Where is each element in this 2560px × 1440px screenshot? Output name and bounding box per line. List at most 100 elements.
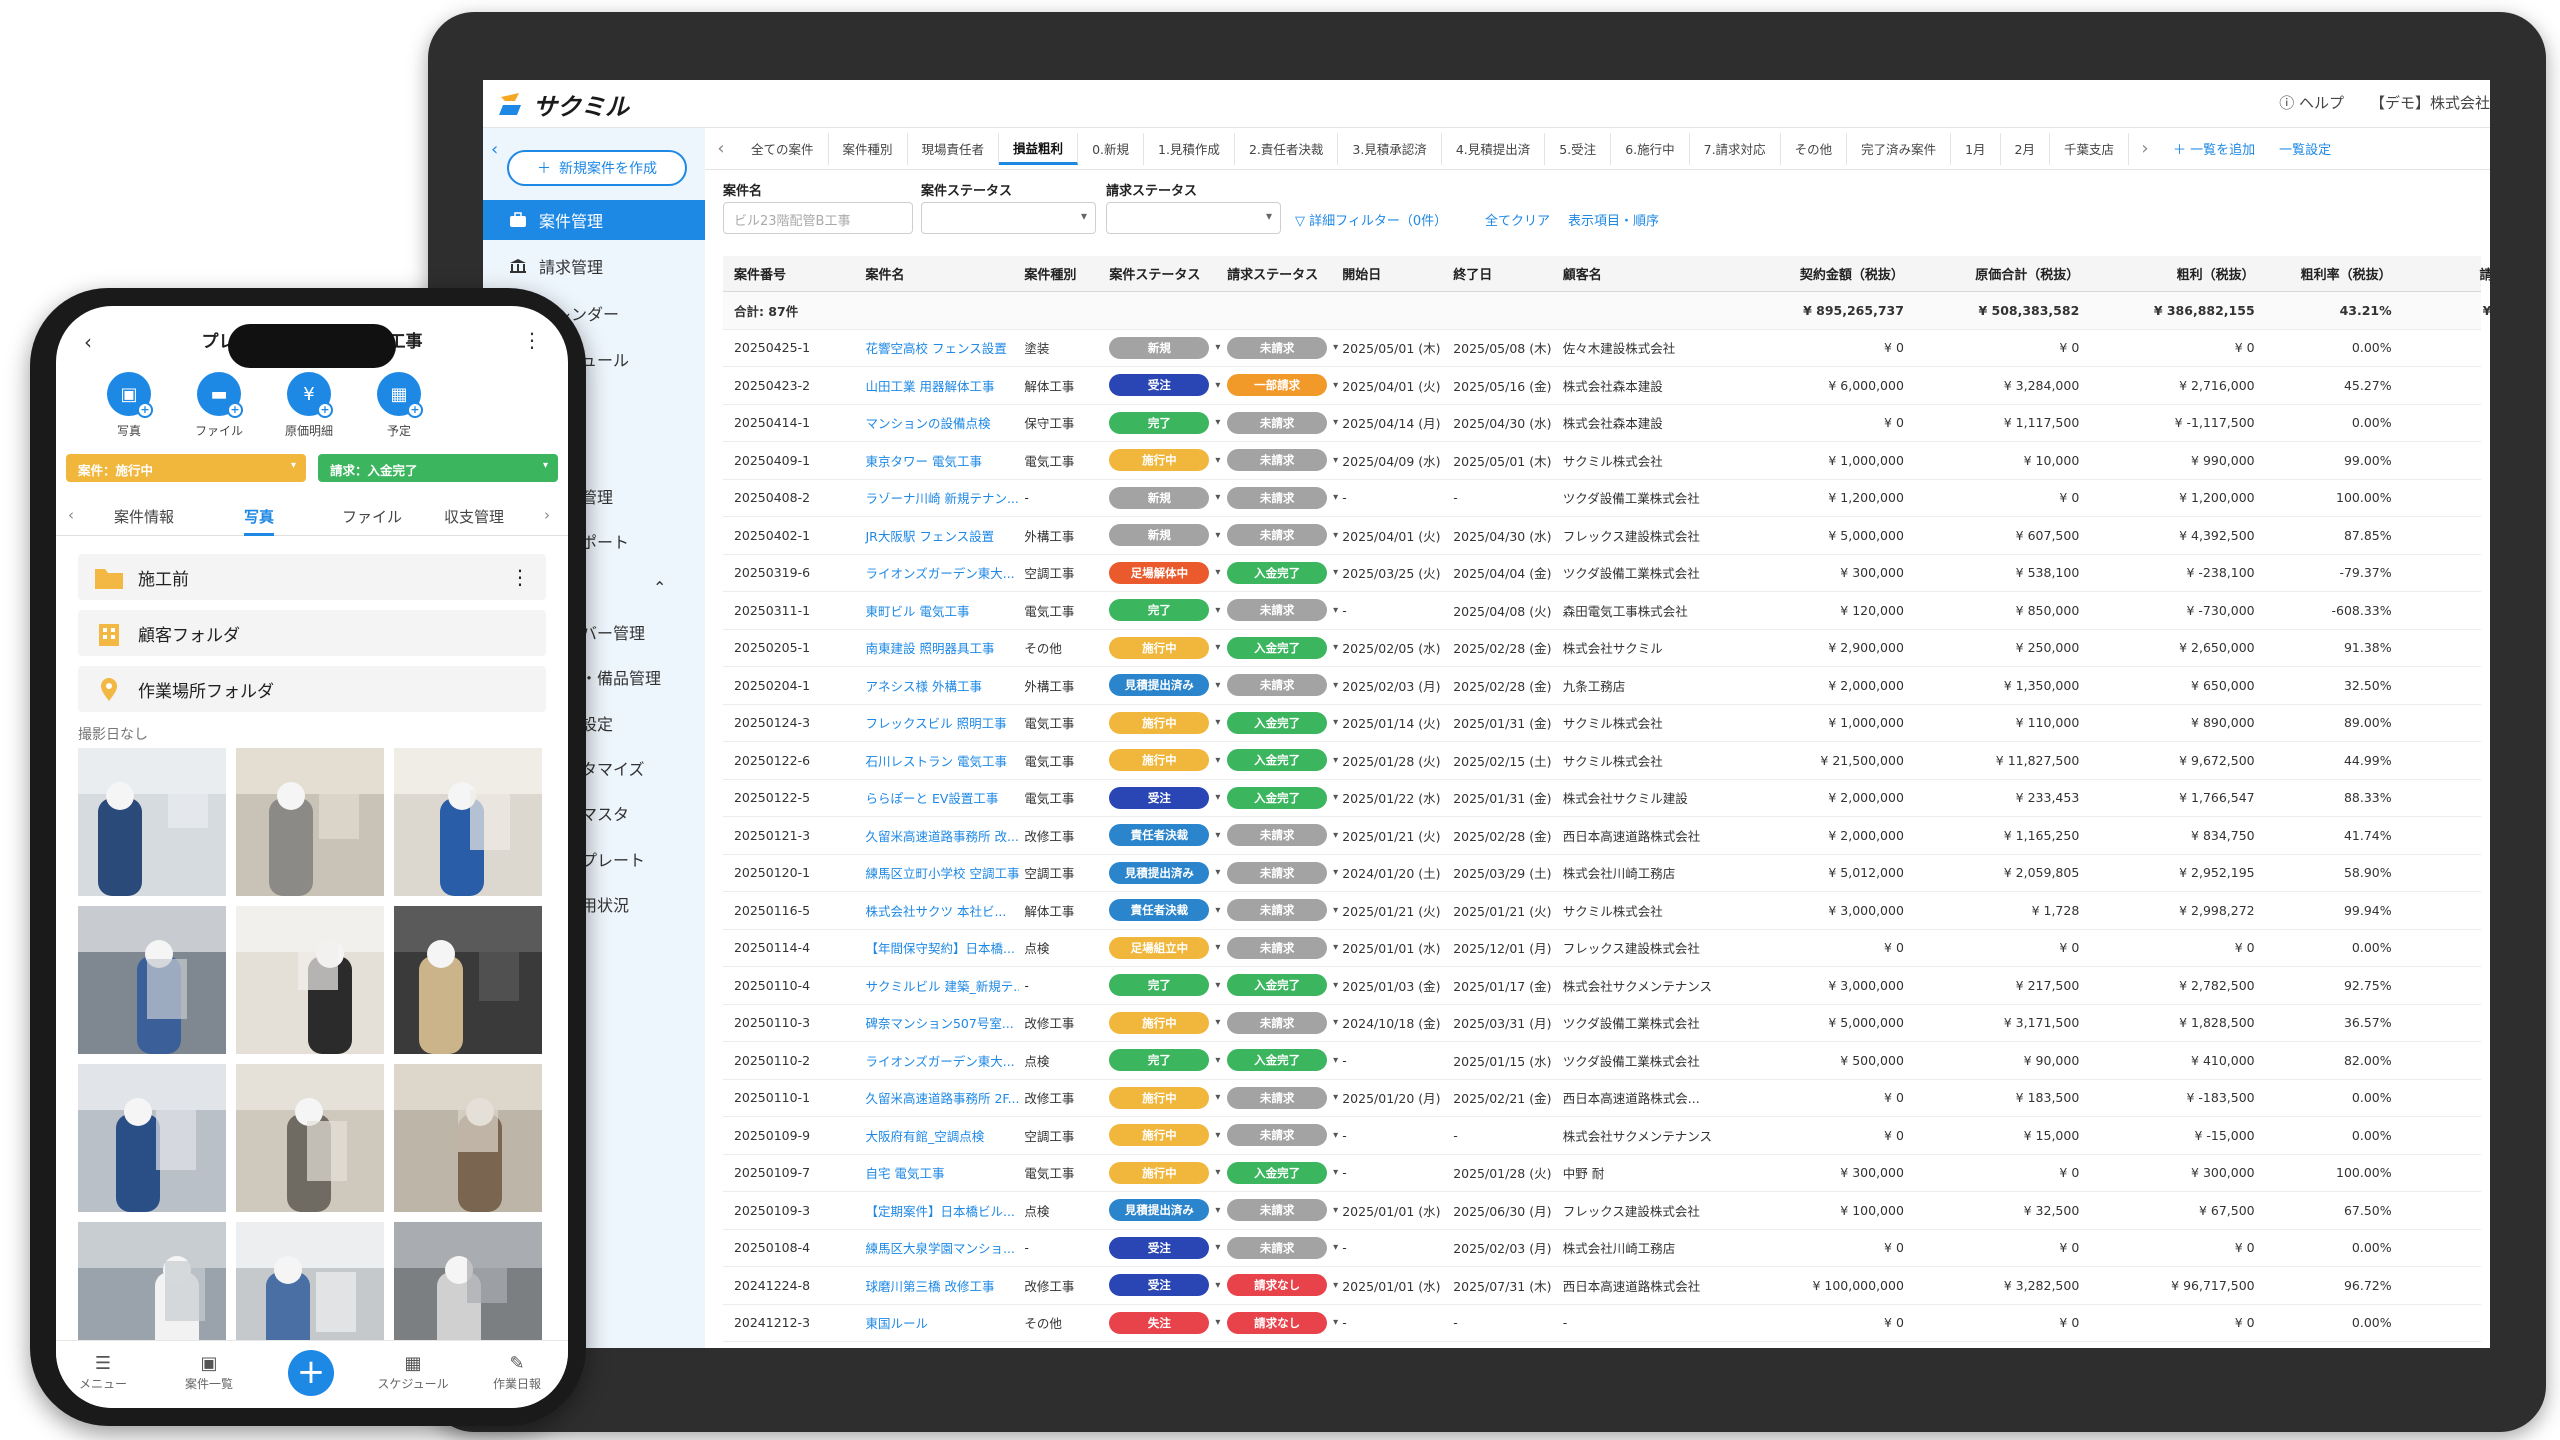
table-row[interactable]: 20250110-3 碑奈マンション507号室... 改修工事 施行中 ▾ 未請求 ▾ 202… xyxy=(723,1005,2481,1042)
photo-folder-0[interactable]: 施工前 ⋮ xyxy=(78,554,546,600)
site-photo-thumbnail[interactable] xyxy=(78,1064,226,1212)
column-header-10[interactable]: 粗利（税抜） xyxy=(2107,256,2255,291)
chevron-down-icon[interactable]: ▾ xyxy=(1215,1205,1220,1216)
chevron-down-icon[interactable]: ▾ xyxy=(1215,417,1220,428)
row-cell-4[interactable]: 入金完了 ▾ xyxy=(1227,630,1342,667)
chevron-down-icon[interactable]: ▾ xyxy=(1333,867,1338,878)
project-status-badge[interactable]: 足場解体中 xyxy=(1109,561,1210,584)
table-row[interactable]: 20250319-6 ライオンズガーデン東大... 空調工事 足場解体中 ▾ 入金完了 ▾ 2… xyxy=(723,555,2481,592)
billing-status-badge[interactable]: 未請求 xyxy=(1227,824,1328,847)
row-cell-3[interactable]: 足場解体中 ▾ xyxy=(1109,555,1224,592)
phone-action-2[interactable]: ¥ + 原価明細 xyxy=(264,372,354,439)
chevron-down-icon[interactable]: ▾ xyxy=(1333,1242,1338,1253)
chevron-down-icon[interactable]: ▾ xyxy=(1215,1130,1220,1141)
billing-status-badge[interactable]: 未請求 xyxy=(1227,524,1328,547)
chevron-down-icon[interactable]: ▾ xyxy=(1215,342,1220,353)
project-status-badge[interactable]: 見積提出済み xyxy=(1109,674,1210,697)
chevron-down-icon[interactable]: ▾ xyxy=(1215,680,1220,691)
billing-status-badge[interactable]: 未請求 xyxy=(1227,1199,1328,1222)
billing-status-badge[interactable]: 未請求 xyxy=(1227,936,1328,959)
chevron-down-icon[interactable]: ▾ xyxy=(1333,417,1338,428)
column-header-9[interactable]: 原価合計（税抜） xyxy=(1929,256,2079,291)
site-photo-thumbnail[interactable] xyxy=(394,748,542,896)
table-row[interactable]: 20250121-3 久留米高速道路事務所 改... 改修工事 責任者決裁 ▾ 未請求 ▾ 2… xyxy=(723,817,2481,855)
project-status-badge[interactable]: 新規 xyxy=(1109,486,1210,509)
row-cell-3[interactable]: 施行中 ▾ xyxy=(1109,442,1224,479)
row-cell-4[interactable]: 請求なし ▾ xyxy=(1227,1305,1342,1342)
chevron-down-icon[interactable]: ▾ xyxy=(1215,1055,1220,1066)
chevron-down-icon[interactable]: ▾ xyxy=(1333,642,1338,653)
billing-status-badge[interactable]: 未請求 xyxy=(1227,449,1328,472)
row-cell-3[interactable]: 施行中 ▾ xyxy=(1109,1080,1224,1117)
row-cell-4[interactable]: 入金完了 ▾ xyxy=(1227,1155,1342,1192)
chevron-down-icon[interactable]: ▾ xyxy=(1215,792,1220,803)
chevron-down-icon[interactable]: ▾ xyxy=(1215,642,1220,653)
row-cell-1[interactable]: 球磨川第三橋 改修工事 xyxy=(865,1267,1018,1304)
row-cell-4[interactable]: 未請求 ▾ xyxy=(1227,667,1342,704)
row-cell-4[interactable]: 未請求 ▾ xyxy=(1227,1230,1342,1267)
project-status-badge[interactable]: 失注 xyxy=(1109,1311,1210,1334)
row-cell-1[interactable]: 碑奈マンション507号室... xyxy=(865,1005,1018,1042)
project-status-badge[interactable]: 施行中 xyxy=(1109,1086,1210,1109)
row-cell-1[interactable]: 【定期案件】日本橋ビル... xyxy=(865,1192,1018,1229)
table-row[interactable]: 20250120-1 練馬区立町小学校 空調工事 空調工事 見積提出済み ▾ 未請求 ▾ 20… xyxy=(723,855,2481,892)
display-items-button[interactable]: 表示項目・順序 xyxy=(1568,210,1659,229)
row-cell-3[interactable]: 受注 ▾ xyxy=(1109,367,1224,404)
tab-13[interactable]: 完了済み案件 xyxy=(1847,132,1952,165)
chevron-down-icon[interactable]: ▾ xyxy=(1333,492,1338,503)
chevron-down-icon[interactable]: ▾ xyxy=(1215,455,1220,466)
billing-status-badge[interactable]: 入金完了 xyxy=(1227,711,1328,734)
row-cell-3[interactable]: 新規 ▾ xyxy=(1109,517,1224,554)
table-row[interactable]: 20250409-1 東京タワー 電気工事 電気工事 施行中 ▾ 未請求 ▾ 2025/04/… xyxy=(723,442,2481,480)
table-row[interactable]: 20241212-3 東国ルール その他 失注 ▾ 請求なし ▾ - - - ¥ 0 ¥ 0 ¥ 0 0.… xyxy=(723,1305,2481,1342)
billing-status-badge[interactable]: 未請求 xyxy=(1227,336,1328,359)
row-cell-1[interactable]: 東町ビル 電気工事 xyxy=(865,592,1018,629)
table-row[interactable]: 20250402-1 JR大阪駅 フェンス設置 外構工事 新規 ▾ 未請求 ▾ 2025/04… xyxy=(723,517,2481,555)
row-cell-4[interactable]: 入金完了 ▾ xyxy=(1227,780,1342,817)
column-header-12[interactable]: 請求金額（税込） xyxy=(2422,256,2490,291)
project-status-badge[interactable]: 施行中 xyxy=(1109,636,1210,659)
row-cell-3[interactable]: 責任者決裁 ▾ xyxy=(1109,817,1224,854)
chevron-down-icon[interactable]: ▾ xyxy=(1333,1167,1338,1178)
site-photo-thumbnail[interactable] xyxy=(236,1222,384,1348)
chevron-down-icon[interactable]: ▾ xyxy=(1333,1280,1338,1291)
chevron-down-icon[interactable]: ▾ xyxy=(1333,755,1338,766)
phone-billing-status[interactable]: 請求：入金完了 ▾ xyxy=(318,454,558,482)
row-cell-3[interactable]: 足場組立中 ▾ xyxy=(1109,930,1224,967)
table-row[interactable]: 20250109-9 大阪府有館_空調点検 空調工事 施行中 ▾ 未請求 ▾ - - 株式会社サク… xyxy=(723,1117,2481,1155)
project-status-badge[interactable]: 施行中 xyxy=(1109,449,1210,472)
site-photo-thumbnail[interactable] xyxy=(236,906,384,1054)
project-status-badge[interactable]: 受注 xyxy=(1109,786,1210,809)
photo-folder-1[interactable]: 顧客フォルダ xyxy=(78,610,546,656)
row-cell-3[interactable]: 見積提出済み ▾ xyxy=(1109,855,1224,892)
project-status-badge[interactable]: 完了 xyxy=(1109,599,1210,622)
project-status-badge[interactable]: 施行中 xyxy=(1109,1161,1210,1184)
chevron-down-icon[interactable]: ▾ xyxy=(1333,1205,1338,1216)
row-cell-1[interactable]: 自宅 電気工事 xyxy=(865,1155,1018,1192)
project-status-badge[interactable]: 完了 xyxy=(1109,1049,1210,1072)
add-fab-button[interactable]: + xyxy=(288,1350,334,1396)
billing-status-badge[interactable]: 未請求 xyxy=(1227,674,1328,697)
bottom-nav-3[interactable]: ▦ スケジュール xyxy=(368,1353,458,1392)
row-cell-4[interactable]: 入金完了 ▾ xyxy=(1227,1042,1342,1079)
row-cell-1[interactable]: JR大阪駅 フェンス設置 xyxy=(865,517,1018,554)
column-header-1[interactable]: 案件名 xyxy=(865,256,1018,291)
chevron-down-icon[interactable]: ▾ xyxy=(1333,1055,1338,1066)
phone-tab-1[interactable]: 写真 xyxy=(244,506,275,536)
project-status-badge[interactable]: 責任者決裁 xyxy=(1109,824,1210,847)
chevron-down-icon[interactable]: ▾ xyxy=(1333,1130,1338,1141)
chevron-down-icon[interactable]: ▾ xyxy=(1215,492,1220,503)
row-cell-1[interactable]: マンションの設備点検 xyxy=(865,405,1018,442)
chevron-down-icon[interactable]: ▾ xyxy=(1333,1017,1338,1028)
billing-status-badge[interactable]: 入金完了 xyxy=(1227,561,1328,584)
project-name-input[interactable]: ビル23階配管B工事 xyxy=(723,202,913,234)
phone-action-0[interactable]: ▣ + 写真 xyxy=(84,372,174,439)
tab-14[interactable]: 1月 xyxy=(1951,132,2001,165)
table-row[interactable]: 20250110-1 久留米高速道路事務所 2F... 改修工事 施行中 ▾ 未請求 ▾ 20… xyxy=(723,1080,2481,1117)
project-status-badge[interactable]: 見積提出済み xyxy=(1109,861,1210,884)
project-status-badge[interactable]: 見積提出済み xyxy=(1109,1199,1210,1222)
row-cell-4[interactable]: 一部請求 ▾ xyxy=(1227,367,1342,404)
phone-project-status[interactable]: 案件：施行中 ▾ xyxy=(66,454,306,482)
site-photo-thumbnail[interactable] xyxy=(236,748,384,896)
billing-status-badge[interactable]: 未請求 xyxy=(1227,1124,1328,1147)
